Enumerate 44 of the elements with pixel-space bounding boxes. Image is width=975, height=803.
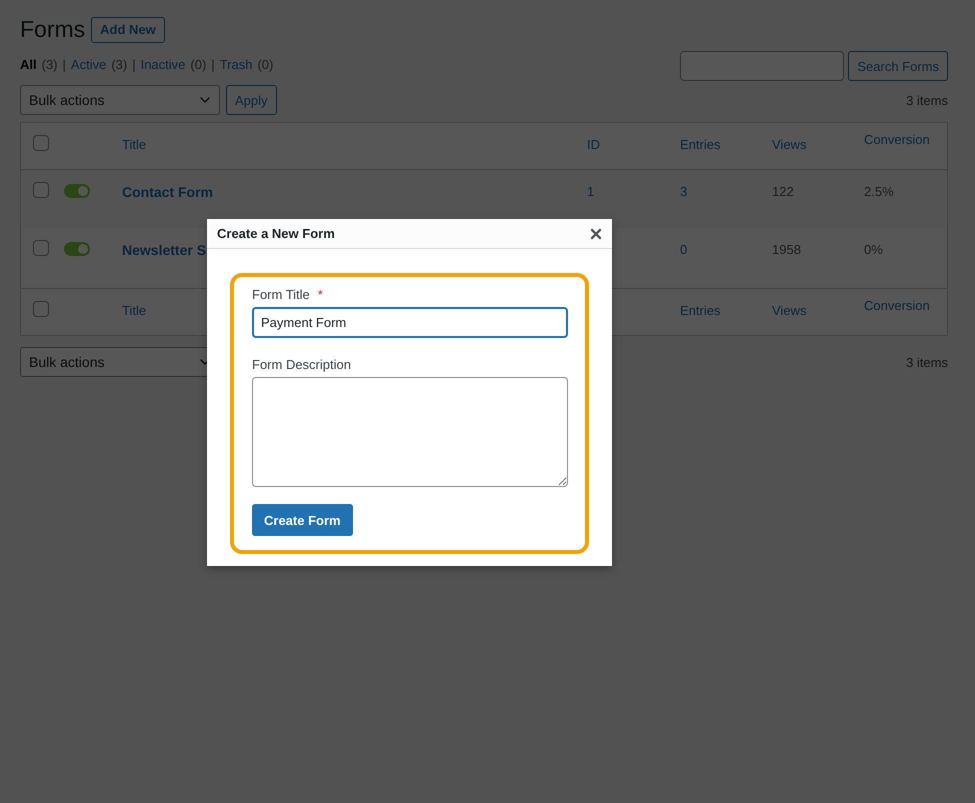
item-count: 3 items	[906, 354, 948, 370]
required-mark: *	[318, 287, 323, 302]
field-label: Form Description	[252, 357, 351, 372]
add-new-button[interactable]: Add New	[91, 16, 165, 42]
dialog-title: Create a New Form	[217, 226, 335, 241]
filter-link[interactable]: Trash	[220, 57, 252, 72]
column-header[interactable]: Title	[110, 123, 575, 152]
checkbox[interactable]	[33, 135, 49, 151]
column-header[interactable]: Entries	[668, 289, 760, 318]
table-cell[interactable]: 3	[668, 170, 760, 199]
table-cell-text: 2.5%	[863, 183, 895, 199]
column-header[interactable]: Views	[760, 123, 852, 152]
toggle-switch[interactable]	[64, 242, 90, 256]
table-cell[interactable]: 0	[668, 228, 760, 257]
toggle-switch[interactable]	[64, 184, 90, 198]
table-cell-text: 0%	[863, 241, 884, 257]
checkbox[interactable]	[33, 240, 49, 256]
field-label: Form Title	[252, 287, 310, 302]
column-header[interactable]: Conversion	[852, 289, 947, 313]
input-field[interactable]: Payment Form	[252, 307, 568, 338]
filter-link[interactable]: Active	[70, 57, 106, 72]
checkbox[interactable]	[33, 182, 49, 198]
apply-button[interactable]: Apply	[226, 85, 277, 115]
column-header[interactable]: Conversion	[852, 123, 947, 147]
input-field[interactable]	[252, 377, 568, 487]
page-title: Forms	[20, 16, 86, 43]
column-header[interactable]: ID	[575, 123, 668, 152]
column-header[interactable]: Views	[760, 289, 852, 318]
bulk-actions-select[interactable]: Bulk actions	[20, 85, 220, 115]
filter-link[interactable]: All	[20, 57, 37, 72]
table-cell-text: 122	[771, 183, 795, 199]
filter-link[interactable]: Inactive	[140, 57, 186, 72]
checkbox[interactable]	[33, 301, 49, 317]
search-field[interactable]	[680, 51, 844, 81]
form-title-link[interactable]: Contact Form	[110, 170, 575, 200]
search-button[interactable]: Search Forms	[848, 51, 948, 81]
create-form-button[interactable]: Create Form	[252, 504, 353, 536]
separator: |	[132, 57, 136, 72]
item-count: 3 items	[906, 92, 948, 108]
separator: |	[211, 57, 215, 72]
column-header[interactable]: Entries	[668, 123, 760, 152]
table-cell-text: 1958	[771, 241, 802, 257]
separator: |	[62, 57, 66, 72]
table-cell[interactable]: 1	[575, 170, 668, 199]
